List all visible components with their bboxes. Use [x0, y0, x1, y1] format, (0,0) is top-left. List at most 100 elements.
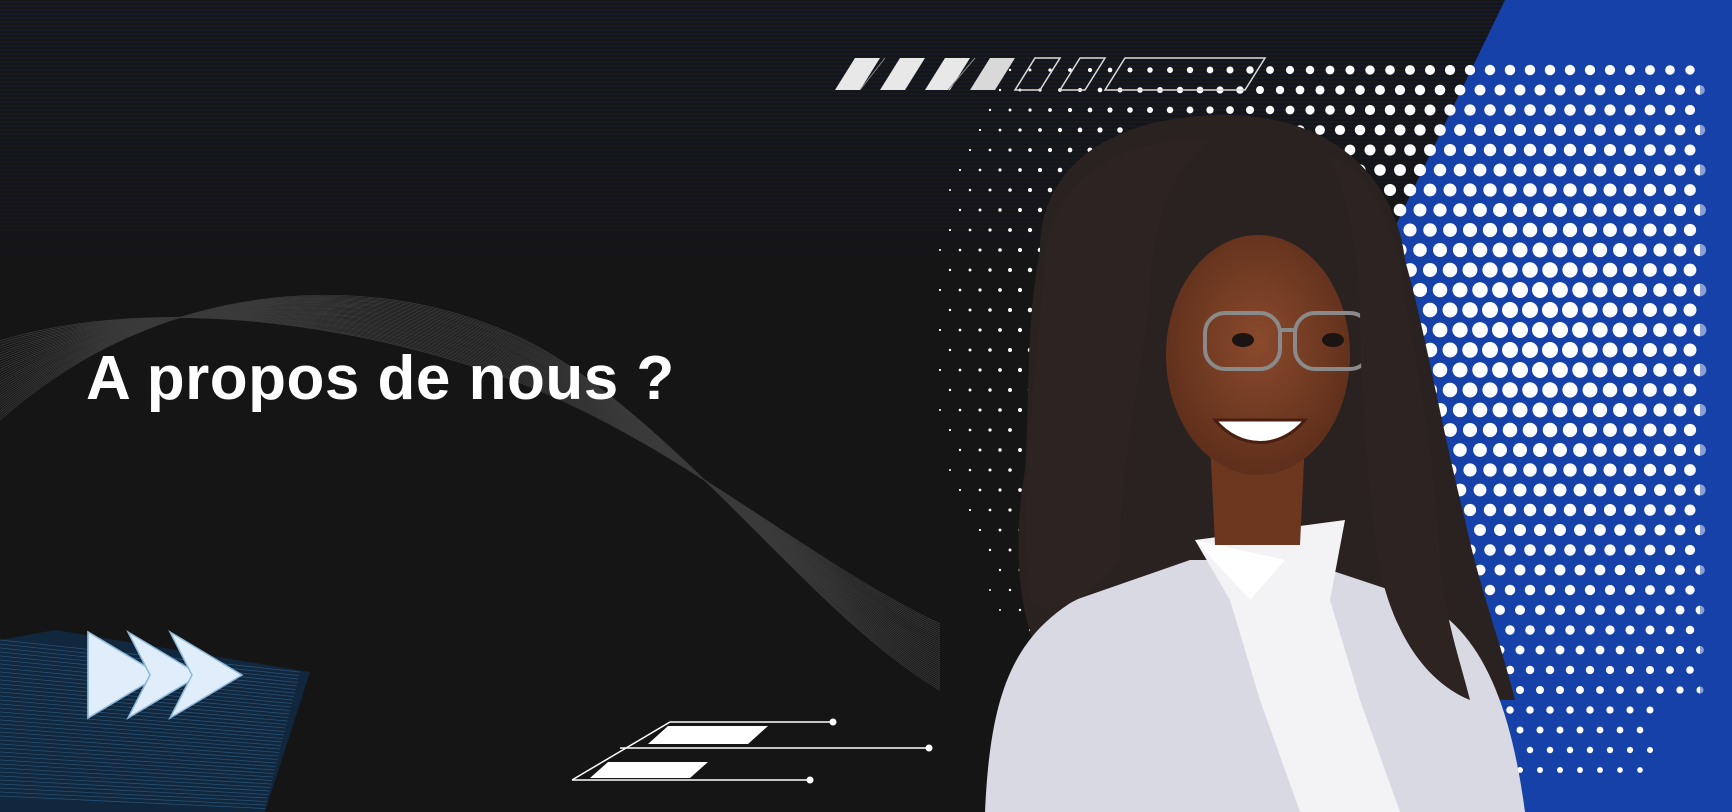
halftone-dot — [978, 448, 982, 452]
halftone-dot — [1624, 104, 1636, 116]
halftone-dot — [1633, 203, 1647, 217]
halftone-dot — [998, 328, 1002, 332]
halftone-dot — [948, 348, 952, 352]
halftone-dot — [1493, 203, 1507, 217]
halftone-dot — [1008, 68, 1012, 72]
halftone-dot — [1483, 183, 1497, 197]
halftone-dot — [1413, 163, 1427, 177]
halftone-dot — [1186, 106, 1194, 114]
halftone-dot — [1643, 263, 1657, 277]
halftone-dot — [1583, 183, 1597, 197]
halftone-dot — [1226, 106, 1234, 114]
halftone-dot — [1683, 303, 1697, 317]
halftone-dot — [1245, 105, 1255, 115]
halftone-dot — [1484, 64, 1496, 76]
halftone-dot — [978, 488, 982, 492]
halftone-dot — [1167, 67, 1173, 73]
halftone-dot — [1635, 645, 1645, 655]
halftone-dot — [1097, 87, 1103, 93]
halftone-dot — [1582, 302, 1598, 318]
halftone-dot — [1663, 183, 1677, 197]
halftone-dot — [1654, 84, 1666, 96]
halftone-dot — [1533, 163, 1547, 177]
halftone-dot — [1552, 242, 1568, 258]
halftone-dot — [1683, 383, 1697, 397]
halftone-dot — [1603, 463, 1617, 477]
halftone-dot — [1008, 468, 1012, 472]
halftone-dot — [1612, 322, 1628, 338]
halftone-dot — [1632, 322, 1648, 338]
halftone-dot — [1404, 104, 1416, 116]
halftone-dot — [1533, 483, 1547, 497]
halftone-dot — [1008, 348, 1012, 352]
halftone-dot — [1385, 65, 1395, 75]
halftone-dot — [1325, 105, 1335, 115]
halftone-dot — [1684, 464, 1696, 476]
halftone-dot — [1444, 104, 1456, 116]
halftone-dot — [1394, 124, 1406, 136]
halftone-dot — [1482, 302, 1498, 318]
halftone-dot — [1494, 84, 1506, 96]
halftone-dot — [1584, 544, 1596, 556]
halftone-dot — [1676, 686, 1684, 694]
halftone-dot — [1534, 524, 1546, 536]
halftone-dot — [1544, 64, 1556, 76]
halftone-dot — [998, 488, 1002, 492]
halftone-dot — [1542, 262, 1558, 278]
halftone-dot — [1434, 124, 1446, 136]
halftone-dot — [1674, 484, 1686, 496]
halftone-dot — [1067, 107, 1073, 113]
halftone-dot — [1594, 84, 1606, 96]
halftone-dot — [1057, 127, 1063, 133]
halftone-dot — [1563, 143, 1577, 157]
halftone-dot — [988, 188, 992, 192]
halftone-dot — [1564, 544, 1576, 556]
halftone-dot — [1206, 106, 1214, 114]
halftone-dot — [1653, 323, 1667, 337]
halftone-dot — [1018, 208, 1022, 212]
halftone-dot — [1532, 282, 1548, 298]
halftone-dot — [1583, 463, 1597, 477]
halftone-dot — [1684, 144, 1696, 156]
halftone-dot — [1533, 443, 1547, 457]
halftone-dot — [1403, 183, 1417, 197]
halftone-dot — [1502, 382, 1518, 398]
halftone-dot — [1644, 144, 1656, 156]
halftone-dot — [1553, 203, 1567, 217]
halftone-dot — [1622, 382, 1638, 398]
halftone-dot — [1483, 463, 1497, 477]
halftone-dot — [1633, 483, 1647, 497]
halftone-dot — [1565, 665, 1575, 675]
halftone-dot — [1592, 242, 1608, 258]
halftone-dot — [1552, 282, 1568, 298]
halftone-dot — [1524, 104, 1536, 116]
halftone-dot — [1683, 343, 1697, 357]
halftone-dot — [1502, 222, 1518, 238]
halftone-dot — [1514, 124, 1526, 136]
halftone-dot — [1423, 223, 1437, 237]
halftone-dot — [1452, 282, 1468, 298]
halftone-dot — [1594, 564, 1606, 576]
halftone-dot — [1534, 564, 1546, 576]
halftone-dot — [1008, 148, 1012, 152]
halftone-dot — [1664, 504, 1676, 516]
halftone-dot — [1473, 163, 1487, 177]
halftone-dot — [1674, 164, 1686, 176]
halftone-dot — [1543, 503, 1557, 517]
halftone-dot — [1597, 767, 1603, 773]
halftone-dot — [1484, 544, 1496, 556]
halftone-dot — [1432, 322, 1448, 338]
halftone-dot — [1503, 143, 1517, 157]
halftone-dot — [1442, 342, 1458, 358]
halftone-dot — [1492, 322, 1508, 338]
halftone-dot — [948, 388, 952, 392]
halftone-dot — [1522, 342, 1538, 358]
halftone-dot — [1008, 228, 1012, 232]
halftone-dot — [1008, 108, 1012, 112]
halftone-dot — [1474, 124, 1486, 136]
halftone-dot — [958, 408, 962, 412]
halftone-dot — [1522, 262, 1538, 278]
halftone-dot — [1564, 104, 1576, 116]
halftone-dot — [958, 448, 962, 452]
halftone-dot — [958, 208, 962, 212]
